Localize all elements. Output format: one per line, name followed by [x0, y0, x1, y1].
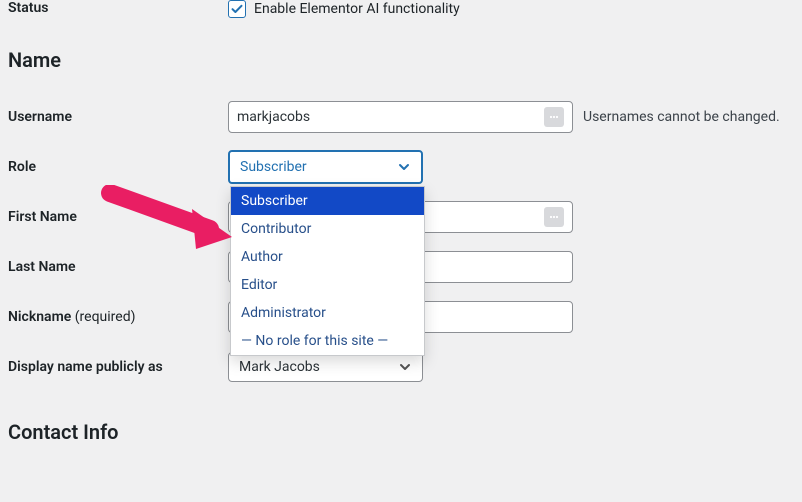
role-selected: Subscriber	[240, 159, 307, 175]
role-option-author[interactable]: Author	[231, 243, 424, 271]
last-name-label: Last Name	[8, 259, 228, 275]
enable-ai-checkbox[interactable]: Enable Elementor AI functionality	[228, 0, 460, 18]
display-name-label: Display name publicly as	[8, 359, 228, 375]
status-label: Status	[8, 0, 228, 16]
role-dropdown: Subscriber Contributor Author Editor Adm…	[230, 186, 425, 356]
nickname-label: Nickname (required)	[8, 309, 228, 325]
nickname-required: (required)	[75, 309, 136, 325]
section-contact-heading: Contact Info	[8, 420, 794, 444]
username-input: markjacobs	[228, 101, 573, 133]
enable-ai-label: Enable Elementor AI functionality	[254, 1, 460, 17]
ellipsis-icon	[544, 207, 564, 227]
ellipsis-icon	[544, 107, 564, 127]
first-name-label: First Name	[8, 209, 228, 225]
role-option-contributor[interactable]: Contributor	[231, 215, 424, 243]
role-option-subscriber[interactable]: Subscriber	[231, 187, 424, 215]
role-label: Role	[8, 159, 228, 175]
display-name-selected: Mark Jacobs	[239, 359, 320, 375]
chevron-down-icon	[398, 360, 412, 374]
section-name-heading: Name	[8, 48, 794, 72]
role-option-editor[interactable]: Editor	[231, 271, 424, 299]
check-icon	[228, 0, 246, 18]
role-option-administrator[interactable]: Administrator	[231, 299, 424, 327]
display-name-select[interactable]: Mark Jacobs	[228, 352, 423, 382]
username-hint: Usernames cannot be changed.	[583, 109, 780, 125]
role-option-none[interactable]: — No role for this site —	[231, 327, 424, 355]
username-label: Username	[8, 109, 228, 125]
chevron-down-icon	[397, 160, 411, 174]
role-select[interactable]: Subscriber Subscriber Contributor Author…	[228, 150, 423, 184]
username-value: markjacobs	[237, 109, 310, 125]
